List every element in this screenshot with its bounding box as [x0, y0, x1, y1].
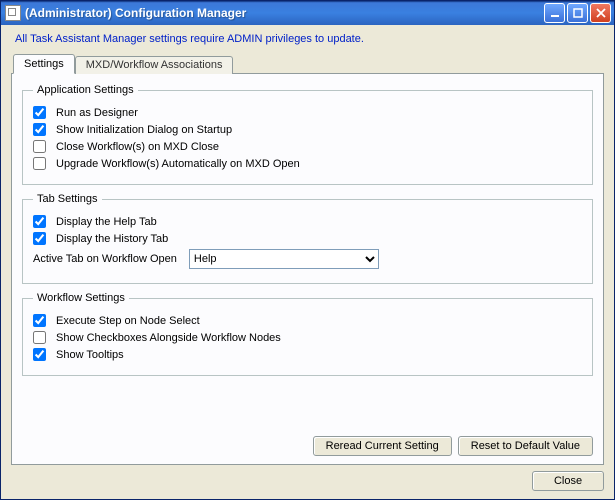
checkbox-upgrade-wf-on-open[interactable]	[33, 157, 46, 170]
group-legend: Workflow Settings	[33, 292, 129, 304]
panel-button-row: Reread Current Setting Reset to Default …	[22, 436, 593, 456]
group-legend: Application Settings	[33, 84, 138, 96]
reset-button[interactable]: Reset to Default Value	[458, 436, 593, 456]
tab-label: Settings	[24, 58, 64, 70]
checkbox-exec-on-select[interactable]	[33, 314, 46, 327]
client-area: All Task Assistant Manager settings requ…	[1, 25, 614, 499]
label-run-as-designer: Run as Designer	[56, 107, 138, 119]
tab-settings[interactable]: Settings	[13, 54, 75, 74]
label-active-tab: Active Tab on Workflow Open	[33, 253, 177, 265]
label-upgrade-wf-on-open: Upgrade Workflow(s) Automatically on MXD…	[56, 158, 300, 170]
checkbox-run-as-designer[interactable]	[33, 106, 46, 119]
checkbox-show-init-dialog[interactable]	[33, 123, 46, 136]
window-controls	[544, 3, 611, 23]
label-close-wf-on-mxd-close: Close Workflow(s) on MXD Close	[56, 141, 219, 153]
label-show-checkboxes: Show Checkboxes Alongside Workflow Nodes	[56, 332, 281, 344]
group-workflow-settings: Workflow Settings Execute Step on Node S…	[22, 292, 593, 376]
tab-container: Settings MXD/Workflow Associations Appli…	[11, 53, 604, 465]
combo-active-tab[interactable]: Help	[189, 249, 379, 269]
window-title: (Administrator) Configuration Manager	[25, 6, 544, 20]
titlebar: (Administrator) Configuration Manager	[1, 1, 614, 25]
window-frame: (Administrator) Configuration Manager Al…	[0, 0, 615, 500]
group-application-settings: Application Settings Run as Designer Sho…	[22, 84, 593, 185]
reread-button[interactable]: Reread Current Setting	[313, 436, 452, 456]
checkbox-show-tooltips[interactable]	[33, 348, 46, 361]
dialog-footer: Close	[11, 465, 604, 491]
tab-strip: Settings MXD/Workflow Associations	[13, 53, 604, 73]
group-legend: Tab Settings	[33, 193, 102, 205]
minimize-button[interactable]	[544, 3, 565, 23]
label-exec-on-select: Execute Step on Node Select	[56, 315, 200, 327]
app-icon	[5, 5, 21, 21]
group-tab-settings: Tab Settings Display the Help Tab Displa…	[22, 193, 593, 284]
checkbox-display-help-tab[interactable]	[33, 215, 46, 228]
close-button[interactable]: Close	[532, 471, 604, 491]
tab-mxd-workflow-associations[interactable]: MXD/Workflow Associations	[75, 56, 234, 74]
checkbox-show-checkboxes[interactable]	[33, 331, 46, 344]
close-window-button[interactable]	[590, 3, 611, 23]
maximize-button[interactable]	[567, 3, 588, 23]
admin-notice: All Task Assistant Manager settings requ…	[15, 33, 604, 45]
checkbox-display-history-tab[interactable]	[33, 232, 46, 245]
label-show-init-dialog: Show Initialization Dialog on Startup	[56, 124, 232, 136]
label-show-tooltips: Show Tooltips	[56, 349, 124, 361]
tab-label: MXD/Workflow Associations	[86, 59, 223, 71]
settings-panel: Application Settings Run as Designer Sho…	[11, 73, 604, 465]
label-display-help-tab: Display the Help Tab	[56, 216, 157, 228]
checkbox-close-wf-on-mxd-close[interactable]	[33, 140, 46, 153]
label-display-history-tab: Display the History Tab	[56, 233, 168, 245]
